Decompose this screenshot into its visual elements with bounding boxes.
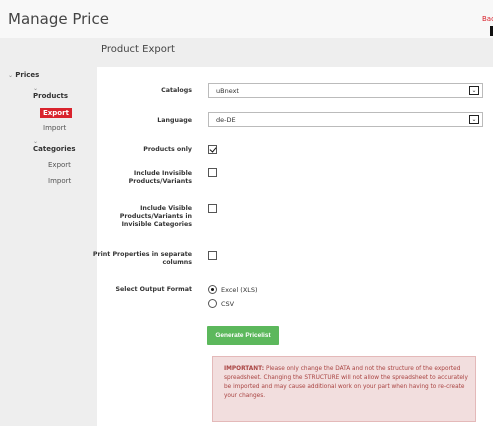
format-csv-label[interactable]: CSV — [221, 300, 234, 308]
sidebar-item-categories[interactable]: Categories — [33, 145, 76, 153]
sidebar-item-categories-export[interactable]: Export — [48, 161, 71, 169]
include-visible-checkbox[interactable] — [208, 204, 217, 213]
products-only-label: Products only — [143, 146, 192, 153]
include-invisible-checkbox[interactable] — [208, 168, 217, 177]
print-properties-label: Print Properties in separate columns — [92, 251, 192, 266]
sidebar-item-products-export[interactable]: Export — [40, 108, 72, 118]
format-excel-radio[interactable] — [208, 285, 217, 294]
include-visible-label: Include Visible Products/Variants in Inv… — [119, 205, 192, 228]
catalogs-select-value: uBnext — [216, 87, 239, 95]
back-link[interactable]: Back — [482, 15, 493, 23]
sidebar-group-categories[interactable]: ⌄ Categories — [33, 139, 76, 154]
sidebar-item-categories-import[interactable]: Import — [48, 177, 71, 185]
output-format-label: Select Output Format — [115, 286, 192, 293]
format-excel-label[interactable]: Excel (XLS) — [221, 286, 258, 294]
page: Manage Price Back ⌄ Prices ⌄ Products Ex… — [0, 0, 493, 426]
sidebar: ⌄ Prices ⌄ Products Export Import ⌄ Cate… — [0, 38, 88, 426]
sidebar-group-prices[interactable]: ⌄ Prices — [8, 71, 39, 79]
language-select-value: de-DE — [216, 116, 236, 124]
chevron-down-icon: ⌄ — [469, 115, 479, 124]
format-csv-radio[interactable] — [208, 299, 217, 308]
chevron-down-icon: ⌄ — [469, 86, 479, 95]
important-notice: IMPORTANT: Please only change the DATA a… — [212, 356, 476, 422]
section-title: Product Export — [101, 44, 175, 55]
language-label: Language — [157, 117, 192, 124]
generate-pricelist-button[interactable]: Generate Pricelist — [207, 326, 279, 345]
sidebar-item-prices[interactable]: Prices — [15, 71, 39, 79]
catalogs-select[interactable]: uBnext ⌄ — [208, 83, 483, 98]
language-select[interactable]: de-DE ⌄ — [208, 112, 483, 127]
page-title: Manage Price — [8, 10, 109, 28]
page-header: Manage Price Back — [0, 0, 493, 38]
catalogs-label: Catalogs — [161, 87, 192, 94]
include-invisible-label: Include Invisible Products/Variants — [128, 170, 192, 185]
chevron-down-icon: ⌄ — [8, 72, 14, 79]
sidebar-item-products[interactable]: Products — [33, 92, 68, 100]
products-only-checkbox[interactable] — [208, 145, 217, 154]
notice-heading: IMPORTANT: — [224, 366, 265, 372]
print-properties-checkbox[interactable] — [208, 251, 217, 260]
sidebar-group-products[interactable]: ⌄ Products — [33, 86, 68, 101]
sidebar-item-products-import[interactable]: Import — [43, 124, 66, 132]
